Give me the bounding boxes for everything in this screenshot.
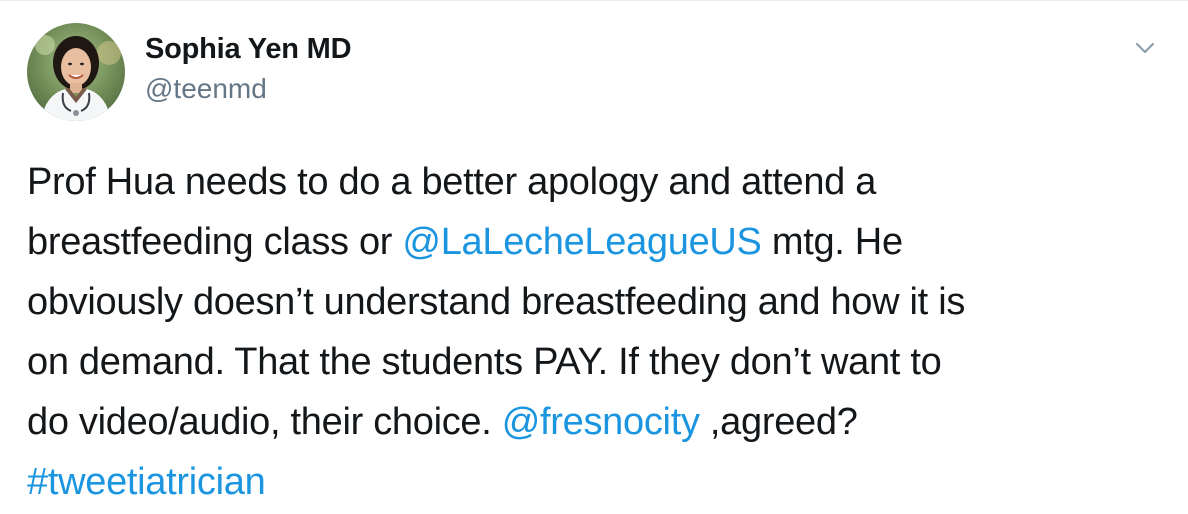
author-display-name[interactable]: Sophia Yen MD [145,33,352,66]
tweet-menu-button[interactable] [1128,33,1162,63]
tweet-text-segment: do video/audio, their choice. [27,401,502,443]
tweet-text-segment: mtg. He [761,221,903,263]
tweet-card: Sophia Yen MD @teenmd Prof Hua needs to … [0,0,1188,514]
tweet-text-segment: ,agreed? [699,401,858,443]
tweet-body: Prof Hua needs to do a better apology an… [27,152,1167,512]
tweet-line: on demand. That the students PAY. If the… [27,332,1167,392]
tweet-line: do video/audio, their choice. @fresnocit… [27,392,1167,452]
tweet-text-segment: Prof Hua needs to do a better apology an… [27,161,877,203]
tweet-text-segment: obviously doesn’t understand breastfeedi… [27,281,966,323]
avatar[interactable] [27,23,125,121]
tweet-line: breastfeeding class or @LaLecheLeagueUS … [27,212,1167,272]
author-handle[interactable]: @teenmd [145,73,267,105]
tweet-text-segment: on demand. That the students PAY. If the… [27,341,942,383]
avatar-photo [27,23,125,121]
chevron-down-icon [1136,43,1154,53]
tweet-line: #tweetiatrician [27,452,1167,512]
tweet-line: Prof Hua needs to do a better apology an… [27,152,1167,212]
tweet-text-segment: breastfeeding class or [27,221,403,263]
hashtag-tweetiatrician-link[interactable]: #tweetiatrician [27,461,266,503]
tweet-line: obviously doesn’t understand breastfeedi… [27,272,1167,332]
mention-lalecheleagueus-link[interactable]: @LaLecheLeagueUS [402,221,761,263]
mention-fresnocity-link[interactable]: @fresnocity [502,401,700,443]
